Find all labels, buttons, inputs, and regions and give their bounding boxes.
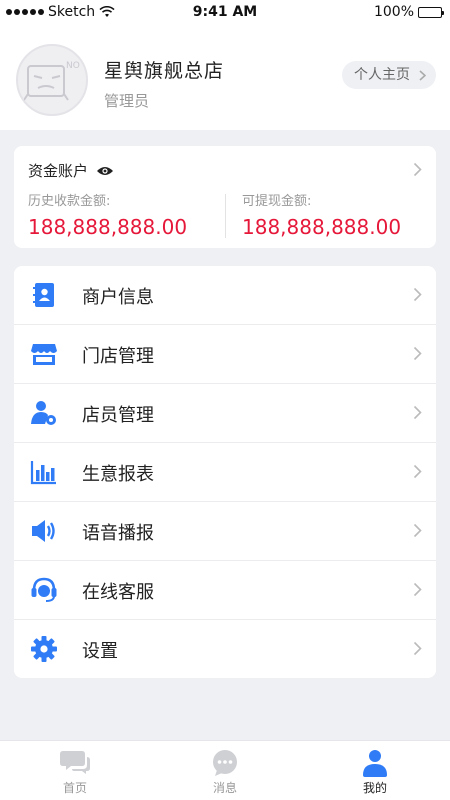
tab-label: 消息: [212, 781, 237, 795]
menu-item-online-service[interactable]: 在线客服: [14, 561, 436, 620]
withdrawable-amount-label: 可提现金额:: [242, 194, 312, 209]
message-dots-icon: [213, 750, 237, 776]
tab-label: 首页: [62, 781, 87, 795]
menu-item-label: 生意报表: [82, 464, 154, 485]
menu-item-label: 门店管理: [82, 346, 154, 367]
chevron-right-icon: [413, 582, 422, 597]
history-amount-label: 历史收款金额:: [28, 194, 111, 209]
tab-messages[interactable]: 消息: [150, 741, 300, 800]
profile-header: NO 星舆旗舰总店 管理员 个人主页: [0, 26, 450, 130]
personal-homepage-button[interactable]: 个人主页: [342, 61, 436, 89]
status-bar: Sketch 9:41 AM 100%: [0, 0, 450, 26]
menu-item-voice-broadcast[interactable]: 语音播报: [14, 502, 436, 561]
menu-list: 商户信息 门店管理 店员管理 生意报表 语音播报 在线客服 设置: [14, 266, 436, 678]
chevron-right-icon: [413, 523, 422, 538]
eye-icon[interactable]: [96, 165, 114, 177]
fund-account-title: 资金账户: [28, 160, 114, 181]
tab-label: 我的: [362, 781, 387, 795]
tab-mine[interactable]: 我的: [300, 741, 450, 800]
fund-title-label: 资金账户: [28, 162, 89, 180]
battery-status: 100%: [373, 4, 444, 20]
menu-item-store-management[interactable]: 门店管理: [14, 325, 436, 384]
menu-item-merchant-info[interactable]: 商户信息: [14, 266, 436, 325]
menu-item-label: 店员管理: [82, 405, 154, 426]
chat-bubble-icon: [60, 751, 90, 774]
chevron-right-icon: [413, 641, 422, 656]
staff-settings-icon: [31, 401, 56, 425]
speaker-icon: [32, 520, 55, 542]
user-icon: [363, 750, 387, 777]
chevron-right-icon: [413, 464, 422, 479]
avatar-placeholder-icon: NO: [24, 61, 80, 101]
avatar[interactable]: NO: [16, 44, 88, 116]
divider: [225, 194, 226, 238]
personal-homepage-label: 个人主页: [354, 67, 410, 83]
history-amount: 历史收款金额: 188,888,888.00: [28, 190, 187, 239]
chevron-right-icon: [419, 70, 426, 81]
battery-icon: [418, 6, 444, 18]
store-icon: [31, 344, 57, 365]
gear-icon: [31, 636, 57, 662]
menu-item-label: 语音播报: [82, 523, 154, 544]
bottom-tab-bar: 首页 消息 我的: [0, 740, 450, 800]
chevron-right-icon: [413, 287, 422, 302]
history-amount-value: 188,888,888.00: [28, 215, 188, 239]
menu-item-label: 设置: [82, 641, 118, 662]
fund-account-card[interactable]: 资金账户 历史收款金额: 188,888,888.00 可提现金额: 188,8…: [14, 146, 436, 248]
menu-item-settings[interactable]: 设置: [14, 620, 436, 678]
headset-icon: [31, 577, 57, 602]
chevron-right-icon: [413, 405, 422, 420]
bar-chart-icon: [30, 461, 56, 485]
chevron-right-icon: [413, 162, 422, 177]
tab-home[interactable]: 首页: [0, 741, 150, 800]
menu-item-business-report[interactable]: 生意报表: [14, 443, 436, 502]
withdrawable-amount: 可提现金额: 188,888,888.00: [242, 190, 401, 239]
contact-book-icon: [33, 283, 54, 307]
store-name: 星舆旗舰总店: [104, 60, 225, 82]
battery-percent: 100%: [373, 4, 414, 20]
menu-item-staff-management[interactable]: 店员管理: [14, 384, 436, 443]
user-role: 管理员: [104, 92, 150, 110]
withdrawable-amount-value: 188,888,888.00: [242, 215, 402, 239]
menu-item-label: 在线客服: [82, 582, 154, 603]
menu-item-label: 商户信息: [82, 287, 154, 308]
chevron-right-icon: [413, 346, 422, 361]
avatar-badge-text: NO: [66, 61, 80, 71]
